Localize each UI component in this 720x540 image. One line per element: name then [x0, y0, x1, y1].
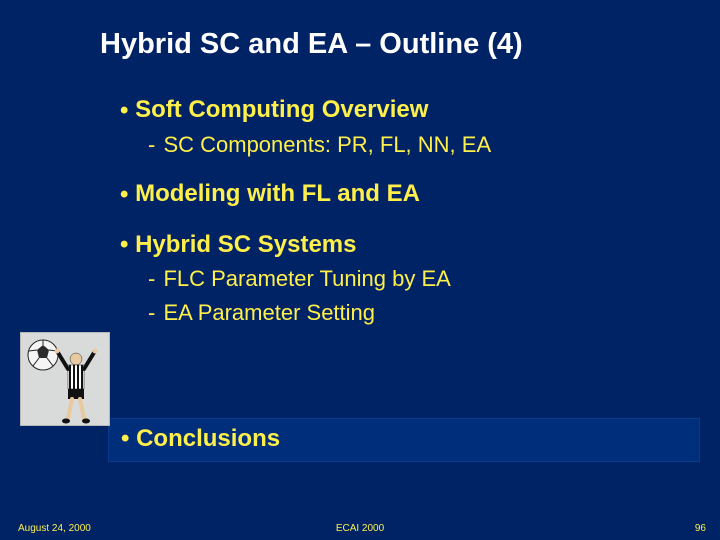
slide-title: Hybrid SC and EA – Outline (4)	[100, 28, 660, 61]
bullet-modeling: • Modeling with FL and EA	[120, 180, 680, 209]
bullet-dot-icon: •	[121, 425, 136, 452]
conclusions-highlight-box: • Conclusions	[108, 418, 700, 462]
dash-icon: -	[148, 300, 161, 325]
bullet-label: Modeling with FL and EA	[135, 180, 420, 207]
bullet-hybrid-sc: • Hybrid SC Systems	[120, 231, 680, 260]
footer-venue: ECAI 2000	[0, 523, 720, 534]
bullet-dot-icon: •	[120, 181, 135, 209]
sub-label: EA Parameter Setting	[163, 300, 375, 325]
slide: Hybrid SC and EA – Outline (4) • Soft Co…	[0, 0, 720, 540]
referee-soccer-icon	[20, 332, 110, 426]
sub-label: FLC Parameter Tuning by EA	[163, 266, 450, 291]
dash-icon: -	[148, 266, 161, 291]
sub-item: - EA Parameter Setting	[148, 299, 680, 327]
bullet-label: Soft Computing Overview	[135, 96, 428, 123]
slide-body: • Soft Computing Overview - SC Component…	[120, 96, 680, 326]
sub-item: - FLC Parameter Tuning by EA	[148, 265, 680, 293]
dash-icon: -	[148, 132, 161, 157]
sub-label: SC Components: PR, FL, NN, EA	[163, 132, 491, 157]
footer-page-number: 96	[695, 523, 706, 534]
sub-item: - SC Components: PR, FL, NN, EA	[148, 131, 680, 159]
conclusions-label: Conclusions	[136, 425, 280, 452]
bullet-soft-computing: • Soft Computing Overview	[120, 96, 680, 125]
bullet-label: Hybrid SC Systems	[135, 231, 356, 258]
bullet-dot-icon: •	[120, 231, 135, 259]
bullet-dot-icon: •	[120, 97, 135, 125]
